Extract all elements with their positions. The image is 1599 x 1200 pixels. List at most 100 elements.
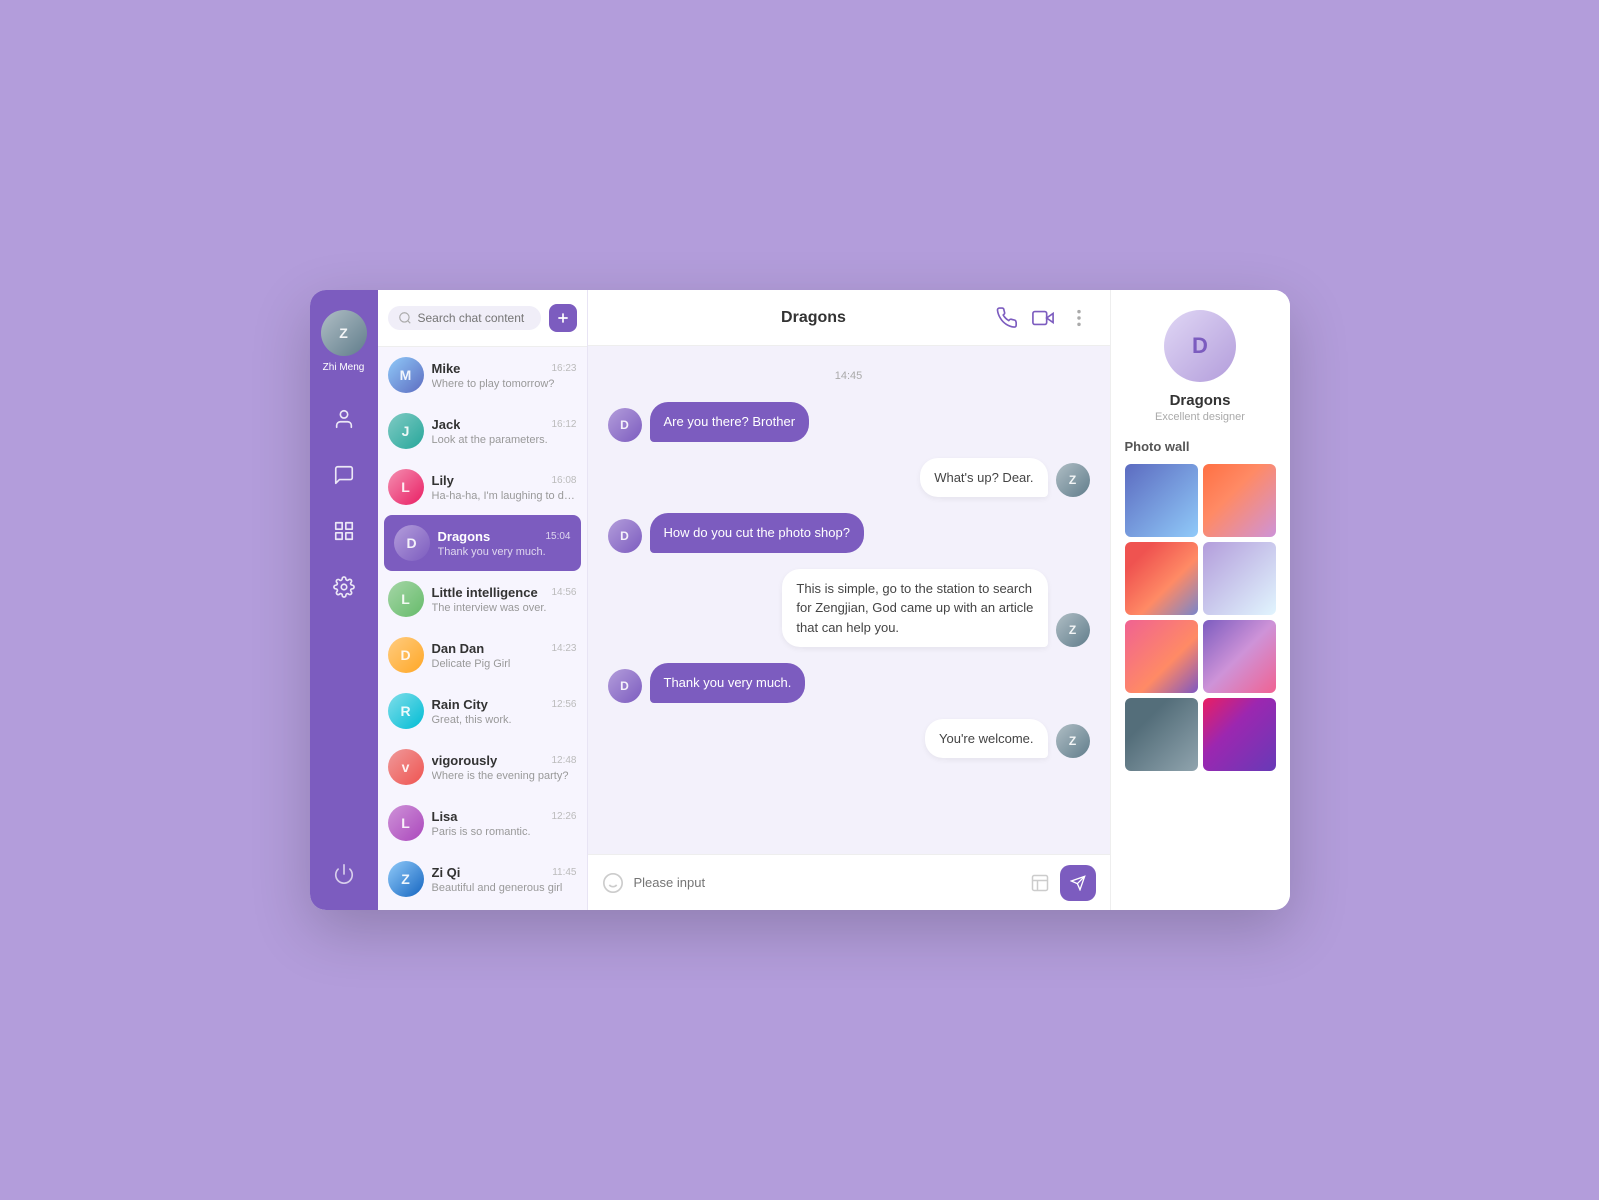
chat-preview: Look at the parameters. <box>432 434 577 446</box>
send-button[interactable] <box>1060 865 1096 901</box>
chat-name-row: Mike 16:23 <box>432 361 577 376</box>
chat-avatar: L <box>388 469 424 505</box>
sidebar-nav <box>328 403 360 858</box>
sidebar-item-apps[interactable] <box>328 515 360 547</box>
chat-time: 16:23 <box>551 363 576 374</box>
message-bubble: This is simple, go to the station to sea… <box>782 569 1047 648</box>
chat-avatar: D <box>394 525 430 561</box>
photo-wall-title: Photo wall <box>1125 439 1190 454</box>
chat-avatar: L <box>388 581 424 617</box>
chat-name: Jack <box>432 417 461 432</box>
sidebar-item-settings[interactable] <box>328 571 360 603</box>
search-icon <box>398 311 412 325</box>
message-bubble: Are you there? Brother <box>650 402 810 442</box>
chat-info: Little intelligence 14:56 The interview … <box>432 585 577 614</box>
chat-time: 15:04 <box>545 531 570 542</box>
chat-avatar: J <box>388 413 424 449</box>
sidebar-item-contacts[interactable] <box>328 403 360 435</box>
message-row: ZYou're welcome. <box>608 719 1090 759</box>
list-item[interactable]: M Mike 16:23 Where to play tomorrow? <box>378 347 587 403</box>
chat-time: 11:45 <box>552 867 576 878</box>
photo-cell[interactable] <box>1203 620 1276 693</box>
chat-info: Dan Dan 14:23 Delicate Pig Girl <box>432 641 577 670</box>
chat-title: Dragons <box>781 309 846 327</box>
photo-cell[interactable] <box>1125 464 1198 537</box>
chat-name-row: Zi Qi 11:45 <box>432 865 577 880</box>
list-item[interactable]: D Dan Dan 14:23 Delicate Pig Girl <box>378 627 587 683</box>
app-window: Z Zhi Meng <box>310 290 1290 910</box>
message-row: DHow do you cut the photo shop? <box>608 513 1090 553</box>
photo-cell[interactable] <box>1125 698 1198 771</box>
photo-cell[interactable] <box>1203 542 1276 615</box>
chat-avatar: M <box>388 357 424 393</box>
chat-name-row: Jack 16:12 <box>432 417 577 432</box>
chat-time: 14:23 <box>551 643 576 654</box>
attach-button[interactable] <box>1030 873 1050 893</box>
plus-icon <box>555 310 571 326</box>
chat-preview: Beautiful and generous girl <box>432 882 577 894</box>
chat-name-row: Dan Dan 14:23 <box>432 641 577 656</box>
photo-cell[interactable] <box>1203 698 1276 771</box>
photo-cell[interactable] <box>1125 620 1198 693</box>
list-item[interactable]: Z Zi Qi 11:45 Beautiful and generous gir… <box>378 851 587 907</box>
chat-name: Rain City <box>432 697 488 712</box>
chat-name: Dragons <box>438 529 491 544</box>
search-input[interactable] <box>418 311 531 325</box>
list-item[interactable]: L Little intelligence 14:56 The intervie… <box>378 571 587 627</box>
chat-time: 16:08 <box>551 475 576 486</box>
chat-list: M Mike 16:23 Where to play tomorrow? J J… <box>378 347 587 910</box>
message-row: DThank you very much. <box>608 663 1090 703</box>
chat-name-row: Lily 16:08 <box>432 473 577 488</box>
message-bubble: Thank you very much. <box>650 663 806 703</box>
time-divider: 14:45 <box>608 370 1090 382</box>
search-bar[interactable] <box>388 306 541 330</box>
list-item[interactable]: D Dragons 15:04 Thank you very much. <box>384 515 581 571</box>
chat-info: Zi Qi 11:45 Beautiful and generous girl <box>432 865 577 894</box>
chat-name-row: Lisa 12:26 <box>432 809 577 824</box>
list-item[interactable]: R Rain City 12:56 Great, this work. <box>378 683 587 739</box>
message-row: Z This is simple, go to the station to se… <box>608 569 1090 648</box>
avatar[interactable]: Z <box>321 310 367 356</box>
list-item[interactable]: J James 11:03 God, what's the matter wit… <box>378 907 587 910</box>
profile-avatar: D <box>1164 310 1236 382</box>
chat-info: Lisa 12:26 Paris is so romantic. <box>432 809 577 838</box>
photo-grid <box>1125 464 1276 771</box>
chat-header: Dragons <box>588 290 1110 346</box>
list-item[interactable]: v vigorously 12:48 Where is the evening … <box>378 739 587 795</box>
photo-cell[interactable] <box>1203 464 1276 537</box>
emoji-button[interactable] <box>602 872 624 894</box>
chat-info: Mike 16:23 Where to play tomorrow? <box>432 361 577 390</box>
message-input[interactable] <box>634 875 1020 890</box>
chat-avatar: D <box>388 637 424 673</box>
message-avatar: Z <box>1056 613 1090 647</box>
chat-name-row: Rain City 12:56 <box>432 697 577 712</box>
message-avatar: D <box>608 408 642 442</box>
chat-list-header <box>378 290 587 347</box>
chat-preview: Delicate Pig Girl <box>432 658 577 670</box>
chat-preview: Where to play tomorrow? <box>432 378 577 390</box>
chat-name: vigorously <box>432 753 498 768</box>
more-options-button[interactable] <box>1068 307 1090 329</box>
chat-preview: The interview was over. <box>432 602 577 614</box>
message-avatar: D <box>608 519 642 553</box>
message-avatar: Z <box>1056 463 1090 497</box>
sidebar-item-power[interactable] <box>328 858 360 890</box>
list-item[interactable]: L Lisa 12:26 Paris is so romantic. <box>378 795 587 851</box>
chat-name: Little intelligence <box>432 585 538 600</box>
sidebar-item-messages[interactable] <box>328 459 360 491</box>
list-item[interactable]: L Lily 16:08 Ha-ha-ha, I'm laughing to d… <box>378 459 587 515</box>
chat-name-row: Dragons 15:04 <box>438 529 571 544</box>
chat-time: 16:12 <box>551 419 576 430</box>
chat-preview: Ha-ha-ha, I'm laughing to death. <box>432 490 577 502</box>
video-button[interactable] <box>1032 307 1054 329</box>
photo-cell[interactable] <box>1125 542 1198 615</box>
chat-time: 12:56 <box>551 699 576 710</box>
sidebar-username: Zhi Meng <box>323 362 365 373</box>
message-row: ZWhat's up? Dear. <box>608 458 1090 498</box>
call-button[interactable] <box>996 307 1018 329</box>
list-item[interactable]: J Jack 16:12 Look at the parameters. <box>378 403 587 459</box>
chat-info: Dragons 15:04 Thank you very much. <box>438 529 571 558</box>
chat-preview: Great, this work. <box>432 714 577 726</box>
sidebar: Z Zhi Meng <box>310 290 378 910</box>
add-conversation-button[interactable] <box>549 304 577 332</box>
